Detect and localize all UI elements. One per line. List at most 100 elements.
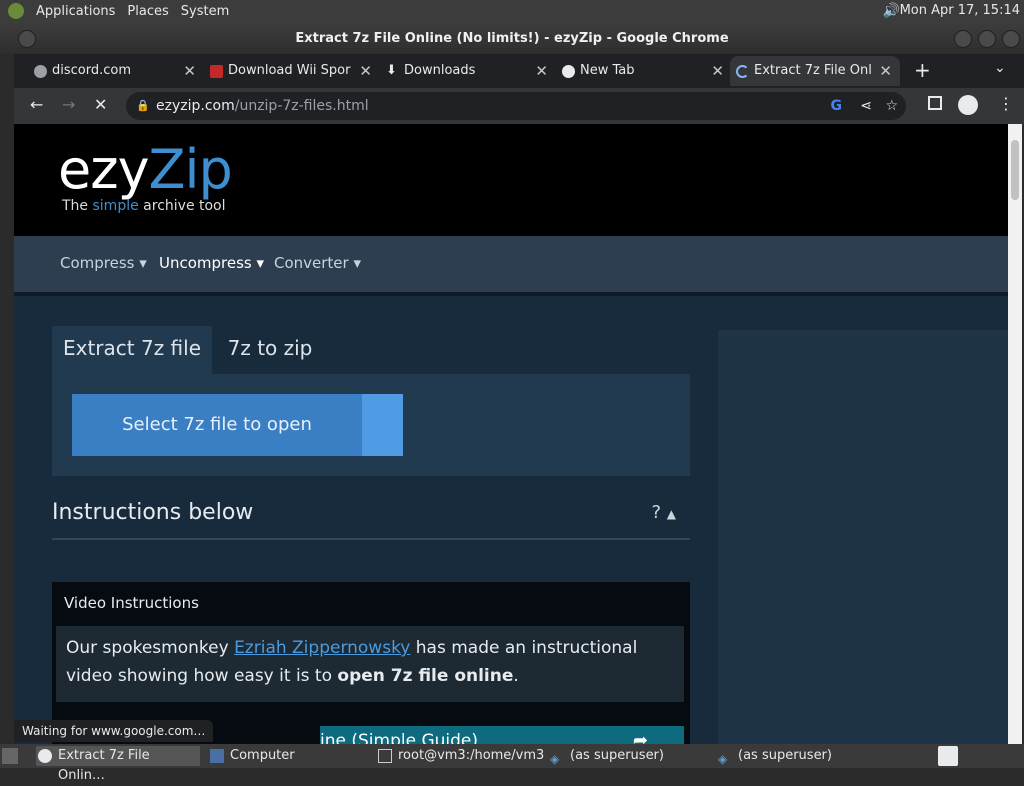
places-menu[interactable]: Places xyxy=(127,4,168,19)
taskbar-chrome[interactable]: Extract 7z File Onlin… xyxy=(36,746,200,783)
task-label: Computer xyxy=(230,748,295,763)
system-menu[interactable]: System xyxy=(181,4,229,19)
nav-label: Uncompress xyxy=(159,254,252,272)
computer-icon xyxy=(210,749,224,763)
taskbar-terminal[interactable]: root@vm3:/home/vm3 xyxy=(376,746,544,766)
globe-icon xyxy=(34,65,47,78)
select-file-button[interactable]: Select 7z file to open xyxy=(72,394,362,456)
share-icon[interactable]: ➦ xyxy=(633,726,648,744)
nav-compress[interactable]: Compress ▾ xyxy=(60,254,147,272)
select-file-dropdown[interactable] xyxy=(362,394,403,456)
task-label: (as superuser) xyxy=(570,748,664,763)
status-bar: Waiting for www.google.com… xyxy=(14,720,214,742)
tab-label: Extract 7z File Onl xyxy=(754,63,872,78)
task-label: Extract 7z File Onlin… xyxy=(58,748,150,783)
tab-label: Downloads xyxy=(404,63,476,78)
profile-avatar-icon[interactable] xyxy=(958,95,978,115)
window-menu-button[interactable] xyxy=(18,30,36,48)
tab-strip: discord.com ✕ Download Wii Spor ✕ ⬇ Down… xyxy=(14,54,1024,88)
close-tab-icon[interactable]: ✕ xyxy=(711,56,724,86)
logo-zip: Zip xyxy=(148,138,233,201)
maximize-button[interactable] xyxy=(978,30,996,48)
fish-icon: ◈ xyxy=(550,752,560,766)
tab-ezyzip[interactable]: Extract 7z File Onl ✕ xyxy=(730,56,900,86)
nav-label: Compress xyxy=(60,254,135,272)
instructions-title: Instructions below xyxy=(52,500,254,525)
taskbar-superuser-2[interactable]: ◈ (as superuser) xyxy=(716,746,832,766)
tab-search-chevron-icon[interactable]: ⌄ xyxy=(994,60,1006,76)
back-button[interactable]: ← xyxy=(30,95,43,114)
video-thumb-title: ine (Simple Guide) xyxy=(320,731,478,744)
stop-loading-button[interactable]: ✕ xyxy=(94,95,107,114)
video-player[interactable]: ine (Simple Guide) ➦ xyxy=(320,726,684,744)
workspace-chrome-icon[interactable] xyxy=(938,746,958,766)
ad-panel xyxy=(718,330,1008,744)
window-title: Extract 7z File Online (No limits!) - ez… xyxy=(295,31,729,46)
terminal-icon xyxy=(378,749,392,763)
side-panel-icon[interactable] xyxy=(928,96,942,110)
forward-button[interactable]: → xyxy=(62,95,75,114)
task-label: root@vm3:/home/vm3 xyxy=(398,748,545,763)
loading-icon xyxy=(736,65,749,78)
close-window-button[interactable] xyxy=(1002,30,1020,48)
close-tab-icon[interactable]: ✕ xyxy=(359,56,372,86)
video-title: Video Instructions xyxy=(64,594,199,612)
video-text-3: . xyxy=(513,666,519,686)
taskbar-computer[interactable]: Computer xyxy=(208,746,295,766)
wii-icon xyxy=(210,65,223,78)
browser-toolbar: ← → ✕ 🔒 ezyzip.com/unzip-7z-files.html G… xyxy=(14,88,1024,124)
menu-kebab-icon[interactable]: ⋮ xyxy=(998,94,1014,113)
video-description: Our spokesmonkey Ezriah Zippernowsky has… xyxy=(56,626,684,702)
site-header: ezyZip The simple archive tool xyxy=(14,124,1008,236)
tab-label: New Tab xyxy=(580,63,635,78)
close-tab-icon[interactable]: ✕ xyxy=(535,56,548,86)
site-nav: Compress ▾ Uncompress ▾ Converter ▾ xyxy=(14,236,1008,292)
chrome-icon xyxy=(562,65,575,78)
site-tagline: The simple archive tool xyxy=(62,198,226,214)
instructions-header[interactable]: Instructions below ? ▲ xyxy=(52,500,690,540)
ezyzip-logo[interactable]: ezyZip xyxy=(58,138,233,201)
web-page: ezyZip The simple archive tool Compress … xyxy=(14,124,1008,744)
video-text-1: Our spokesmonkey xyxy=(66,638,235,658)
tab-7z-to-zip[interactable]: 7z to zip xyxy=(214,326,326,374)
share-icon[interactable]: ⋖ xyxy=(860,92,872,120)
gnome-foot-icon[interactable] xyxy=(8,3,24,19)
tab-discord[interactable]: discord.com ✕ xyxy=(28,56,204,86)
taskbar-superuser-1[interactable]: ◈ (as superuser) xyxy=(548,746,664,766)
caret-up-icon: ▲ xyxy=(666,507,676,521)
tab-wii-sports[interactable]: Download Wii Spor ✕ xyxy=(204,56,380,86)
tab-label: discord.com xyxy=(52,63,132,78)
video-text-bold: open 7z file online xyxy=(337,666,514,686)
tab-new-tab[interactable]: New Tab ✕ xyxy=(556,56,732,86)
window-title-bar[interactable]: Extract 7z File Online (No limits!) - ez… xyxy=(0,22,1024,54)
applications-menu[interactable]: Applications xyxy=(36,4,115,19)
task-label: (as superuser) xyxy=(738,748,832,763)
clock[interactable]: Mon Apr 17, 15:14 xyxy=(900,3,1020,18)
minimize-button[interactable] xyxy=(954,30,972,48)
download-icon: ⬇ xyxy=(386,63,397,78)
scroll-thumb[interactable] xyxy=(1011,140,1019,200)
lock-icon[interactable]: 🔒 xyxy=(136,92,150,120)
spokesmonkey-link[interactable]: Ezriah Zippernowsky xyxy=(234,638,410,658)
close-tab-icon[interactable]: ✕ xyxy=(183,56,196,86)
page-scrollbar[interactable] xyxy=(1008,124,1022,744)
address-bar[interactable]: 🔒 ezyzip.com/unzip-7z-files.html G ⋖ ☆ xyxy=(126,92,906,120)
top-panel: Applications Places System 🔊 Mon Apr 17,… xyxy=(0,0,1024,22)
volume-icon[interactable]: 🔊 xyxy=(883,3,900,19)
close-tab-icon[interactable]: ✕ xyxy=(879,56,892,86)
tab-downloads[interactable]: ⬇ Downloads ✕ xyxy=(380,56,556,86)
nav-uncompress[interactable]: Uncompress ▾ xyxy=(159,254,264,272)
main-content: Extract 7z file 7z to zip Select 7z file… xyxy=(14,296,1008,744)
show-desktop-icon[interactable] xyxy=(2,748,18,764)
google-icon[interactable]: G xyxy=(831,92,843,120)
help-toggle[interactable]: ? ▲ xyxy=(651,502,676,523)
tagline-post: archive tool xyxy=(138,198,226,214)
upload-panel: Select 7z file to open xyxy=(52,374,690,476)
url-host: ezyzip.com xyxy=(156,98,235,114)
url-path: /unzip-7z-files.html xyxy=(234,98,369,114)
bookmark-star-icon[interactable]: ☆ xyxy=(885,92,898,120)
nav-converter[interactable]: Converter ▾ xyxy=(274,254,361,272)
fish-icon: ◈ xyxy=(718,752,728,766)
new-tab-button[interactable]: + xyxy=(914,58,931,82)
tab-extract-7z[interactable]: Extract 7z file xyxy=(52,326,212,374)
